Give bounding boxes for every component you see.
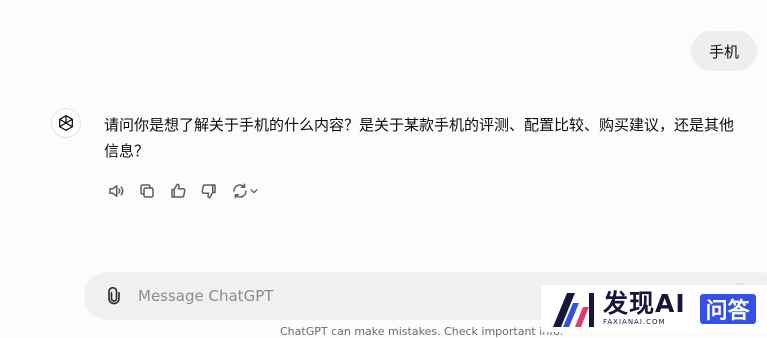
- openai-logo-icon: [59, 114, 73, 132]
- assistant-avatar: [51, 108, 81, 138]
- user-message-text: 手机: [709, 42, 740, 61]
- watermark-subtitle: FAXIANAI.COM: [603, 318, 666, 326]
- paperclip-icon: [108, 286, 120, 305]
- message-actions: [104, 179, 269, 203]
- regenerate-button[interactable]: [228, 179, 262, 203]
- watermark-logo: 发现AI FAXIANAI.COM 问答: [541, 285, 767, 332]
- attach-button[interactable]: [102, 284, 126, 308]
- thumbs-up-icon: [171, 183, 186, 198]
- thumbs-down-button[interactable]: [197, 179, 221, 203]
- thumbs-down-icon: [201, 184, 216, 199]
- assistant-message-text: 请问你是想了解关于手机的什么内容？是关于某款手机的评测、配置比较、购买建议，还是…: [104, 116, 735, 160]
- thumbs-up-button[interactable]: [166, 179, 190, 203]
- speaker-icon: [109, 185, 124, 197]
- watermark-mark-icon: [553, 292, 594, 327]
- read-aloud-button[interactable]: [104, 179, 128, 203]
- copy-button[interactable]: [135, 179, 159, 203]
- message-input[interactable]: [136, 286, 540, 306]
- copy-icon: [140, 184, 154, 198]
- regenerate-icon: [233, 183, 247, 199]
- watermark-title: 发现AI: [603, 289, 686, 318]
- watermark-badge: 问答: [699, 293, 756, 324]
- chevron-down-icon: [250, 189, 258, 194]
- user-message-bubble: 手机: [691, 31, 758, 71]
